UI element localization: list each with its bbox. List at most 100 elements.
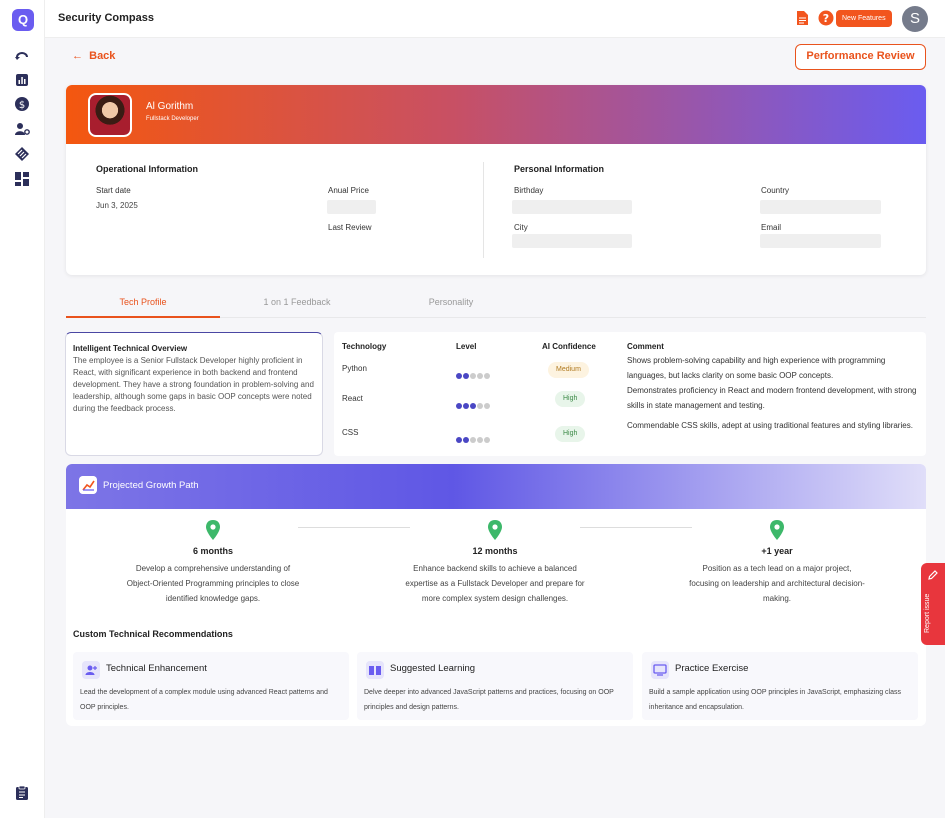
milestone-text: Develop a comprehensive understanding of… — [126, 564, 300, 603]
report-issue-button[interactable]: Report issue — [921, 563, 945, 645]
level-dot — [463, 437, 469, 443]
email-label: Email — [761, 223, 782, 232]
confidence-badge: High — [555, 391, 586, 407]
overview-title: Intelligent Technical Overview — [73, 344, 188, 353]
country-placeholder — [760, 200, 881, 214]
level-dot — [456, 437, 462, 443]
tab-1on1-feedback[interactable]: 1 on 1 Feedback — [220, 290, 374, 318]
user-settings-icon[interactable] — [14, 121, 30, 137]
operational-title: Operational Information — [96, 164, 199, 174]
level-dot — [463, 403, 469, 409]
last-review-label: Last Review — [328, 223, 372, 232]
tab-tech-profile[interactable]: Tech Profile — [66, 290, 220, 318]
tab-personality[interactable]: Personality — [374, 290, 528, 318]
clipboard-icon[interactable] — [14, 785, 30, 801]
level-dots — [456, 396, 491, 409]
arrow-left-icon: ← — [72, 50, 90, 62]
tech-comment: Commendable CSS skills, adept at using t… — [627, 421, 913, 430]
performance-review-button[interactable]: Performance Review — [795, 44, 926, 70]
new-features-button[interactable]: New Features — [836, 10, 892, 27]
timeline-connector — [580, 527, 692, 528]
col-technology: Technology — [342, 342, 387, 351]
level-dot — [456, 373, 462, 379]
level-dot — [477, 437, 483, 443]
technical-overview-card: Intelligent Technical Overview The emplo… — [65, 332, 323, 456]
recommendation-card: Technical Enhancement Lead the developme… — [73, 652, 349, 720]
svg-text:$: $ — [19, 100, 25, 111]
col-level: Level — [456, 342, 477, 351]
annual-price-placeholder — [327, 200, 376, 214]
tech-name: Python — [342, 364, 367, 373]
milestone-text: Enhance backend skills to achieve a bala… — [405, 564, 585, 603]
birthday-placeholder — [512, 200, 632, 214]
bar-chart-icon[interactable] — [14, 72, 30, 88]
birthday-label: Birthday — [514, 186, 544, 195]
recommendation-text: Delve deeper into advanced JavaScript pa… — [364, 689, 614, 711]
growth-chart-icon — [79, 476, 97, 494]
growth-title: Projected Growth Path — [103, 480, 199, 491]
pencil-icon — [928, 570, 938, 580]
tech-name: React — [342, 394, 363, 403]
recommendation-text: Lead the development of a complex module… — [80, 689, 328, 711]
level-dot — [456, 403, 462, 409]
milestone-period: +1 year — [761, 546, 793, 556]
app-title: Security Compass — [58, 12, 154, 24]
app-logo[interactable]: Q — [12, 9, 34, 31]
tech-comment: Shows problem-solving capability and hig… — [627, 356, 886, 380]
user-avatar[interactable]: S — [902, 6, 928, 32]
milestone-text: Position as a tech lead on a major proje… — [689, 564, 865, 603]
report-issue-label: Report issue — [924, 593, 931, 633]
location-pin-icon — [206, 520, 220, 540]
city-label: City — [514, 223, 528, 232]
level-dots — [456, 430, 491, 443]
level-dot — [470, 373, 476, 379]
recommendation-title: Technical Enhancement — [106, 663, 207, 674]
back-link[interactable]: ← Back — [72, 50, 115, 62]
level-dots — [456, 366, 491, 379]
recommendation-title: Suggested Learning — [390, 663, 476, 674]
recommendation-card: Practice Exercise Build a sample applica… — [642, 652, 918, 720]
milestone-period: 12 months — [472, 546, 518, 556]
help-icon[interactable]: ? — [818, 10, 834, 26]
technology-table: Technology Level AI Confidence Comment P… — [334, 332, 926, 456]
document-icon[interactable] — [794, 10, 810, 26]
layers-icon[interactable] — [14, 146, 30, 162]
dollar-icon[interactable]: $ — [14, 96, 30, 112]
level-dot — [477, 403, 483, 409]
location-pin-icon — [488, 520, 502, 540]
user-add-icon — [82, 661, 100, 679]
recommendation-title: Practice Exercise — [675, 663, 749, 674]
recommendation-card: Suggested Learning Delve deeper into adv… — [357, 652, 633, 720]
redo-icon[interactable] — [14, 48, 30, 64]
email-placeholder — [760, 234, 881, 248]
start-date-label: Start date — [96, 186, 131, 195]
growth-path-card: Projected Growth Path 6 months Develop a… — [66, 464, 926, 726]
svg-text:?: ? — [823, 12, 829, 25]
top-bar: Security Compass ? New Features S — [45, 0, 945, 38]
profile-photo — [88, 93, 132, 137]
level-dot — [484, 373, 490, 379]
profile-role: Fullstack Developer — [146, 116, 199, 122]
level-dot — [470, 437, 476, 443]
level-dot — [484, 437, 490, 443]
sidebar: Q $ — [0, 0, 45, 818]
dashboard-icon[interactable] — [14, 171, 30, 187]
level-dot — [484, 403, 490, 409]
level-dot — [470, 403, 476, 409]
country-label: Country — [761, 186, 790, 195]
tech-name: CSS — [342, 428, 359, 437]
book-icon — [366, 661, 384, 679]
growth-banner: Projected Growth Path — [66, 464, 926, 509]
col-comment: Comment — [627, 342, 664, 351]
city-placeholder — [512, 234, 632, 248]
confidence-badge: Medium — [548, 362, 589, 378]
profile-name: Al Gorithm — [146, 101, 194, 112]
annual-price-label: Anual Price — [328, 186, 369, 195]
tab-bar: Tech Profile 1 on 1 Feedback Personality — [66, 290, 926, 318]
col-ai-confidence: AI Confidence — [542, 342, 596, 351]
tech-comment: Demonstrates proficiency in React and mo… — [627, 386, 917, 410]
personal-title: Personal Information — [514, 164, 605, 174]
overview-text: The employee is a Senior Fullstack Devel… — [73, 356, 314, 413]
milestone-period: 6 months — [192, 546, 233, 556]
timeline-connector — [298, 527, 410, 528]
